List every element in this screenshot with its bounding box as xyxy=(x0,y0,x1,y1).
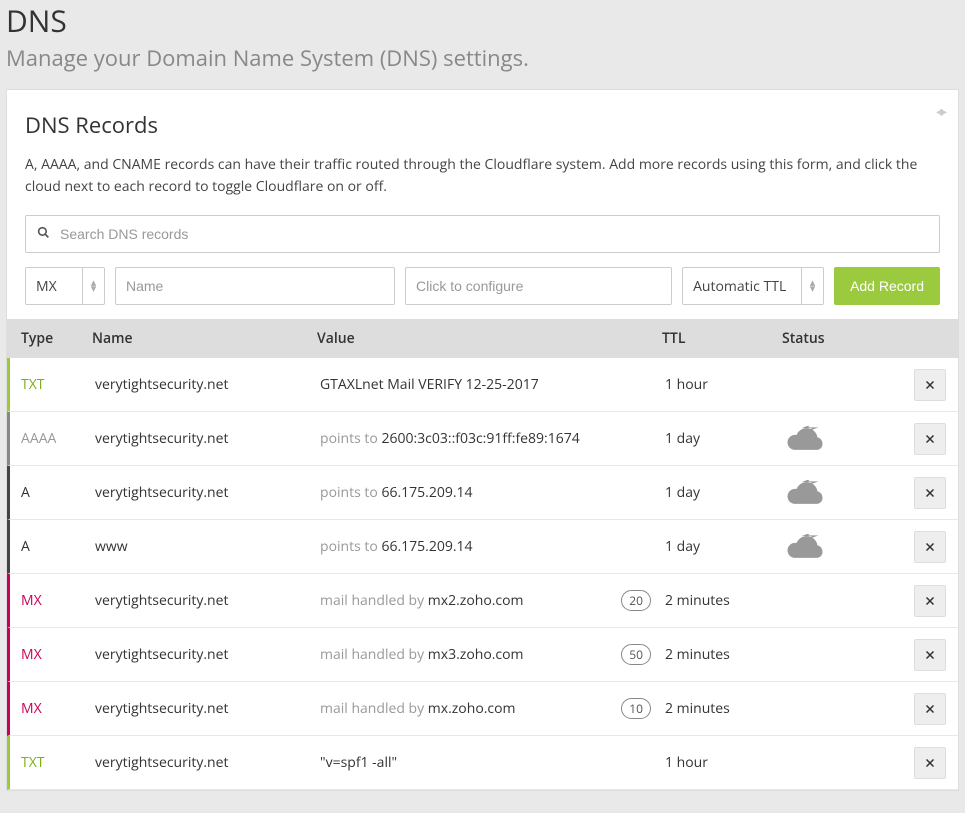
section-title: DNS Records xyxy=(25,110,940,140)
cell-value[interactable]: mail handled by mx2.zoho.com 20 xyxy=(320,590,665,611)
cell-name[interactable]: verytightsecurity.net xyxy=(95,645,320,664)
cell-type[interactable]: A xyxy=(10,483,95,502)
cell-type[interactable]: MX xyxy=(10,699,95,718)
cell-ttl[interactable]: 2 minutes xyxy=(665,591,785,610)
delete-button[interactable] xyxy=(914,531,946,563)
value-main: GTAXLnet Mail VERIFY 12-25-2017 xyxy=(320,375,539,394)
value-prefix: points to xyxy=(320,537,381,556)
cell-ttl[interactable]: 1 day xyxy=(665,483,785,502)
value-main: mx.zoho.com xyxy=(428,699,516,718)
delete-button[interactable] xyxy=(914,639,946,671)
cell-name[interactable]: verytightsecurity.net xyxy=(95,483,320,502)
delete-button[interactable] xyxy=(914,747,946,779)
value-main: mx2.zoho.com xyxy=(428,591,524,610)
cell-value[interactable]: "v=spf1 -all" xyxy=(320,753,665,772)
record-type-select[interactable]: MX ▴▾ xyxy=(25,267,105,305)
col-header-value: Value xyxy=(317,329,662,348)
table-row: A verytightsecurity.net points to 66.175… xyxy=(7,466,958,520)
cell-status xyxy=(785,480,885,506)
value-prefix: mail handled by xyxy=(320,645,428,664)
caret-icon: ▴▾ xyxy=(801,268,823,304)
section-description: A, AAAA, and CNAME records can have thei… xyxy=(25,154,940,197)
cloud-toggle-icon[interactable] xyxy=(785,534,825,560)
delete-button[interactable] xyxy=(914,477,946,509)
cell-name[interactable]: verytightsecurity.net xyxy=(95,591,320,610)
records-table: Type Name Value TTL Status TXT verytight… xyxy=(7,319,958,790)
cell-ttl[interactable]: 1 day xyxy=(665,429,785,448)
cell-ttl[interactable]: 1 day xyxy=(665,537,785,556)
cell-value[interactable]: GTAXLnet Mail VERIFY 12-25-2017 xyxy=(320,375,665,394)
table-row: TXT verytightsecurity.net "v=spf1 -all" … xyxy=(7,736,958,790)
delete-button[interactable] xyxy=(914,585,946,617)
cell-ttl[interactable]: 1 hour xyxy=(665,753,785,772)
table-row: MX verytightsecurity.net mail handled by… xyxy=(7,628,958,682)
priority-pill: 10 xyxy=(621,698,651,719)
cloud-toggle-icon[interactable] xyxy=(785,426,825,452)
search-icon xyxy=(37,225,50,243)
cell-name[interactable]: verytightsecurity.net xyxy=(95,753,320,772)
cell-value[interactable]: points to 66.175.209.14 xyxy=(320,537,665,556)
priority-pill: 20 xyxy=(621,590,651,611)
table-row: A www points to 66.175.209.14 1 day xyxy=(7,520,958,574)
value-main: "v=spf1 -all" xyxy=(320,753,397,772)
value-main: 66.175.209.14 xyxy=(381,537,472,556)
caret-icon: ▴▾ xyxy=(82,268,104,304)
record-configure-input[interactable] xyxy=(405,267,672,305)
delete-button[interactable] xyxy=(914,369,946,401)
cell-ttl[interactable]: 1 hour xyxy=(665,375,785,394)
cell-type[interactable]: AAAA xyxy=(10,429,95,448)
value-prefix: points to xyxy=(320,483,381,502)
value-main: 2600:3c03::f03c:91ff:fe89:1674 xyxy=(381,429,579,448)
cell-type[interactable]: TXT xyxy=(10,375,95,394)
cell-type[interactable]: MX xyxy=(10,591,95,610)
cell-type[interactable]: MX xyxy=(10,645,95,664)
ttl-value: Automatic TTL xyxy=(683,277,801,296)
cell-type[interactable]: A xyxy=(10,537,95,556)
cell-value[interactable]: mail handled by mx3.zoho.com 50 xyxy=(320,644,665,665)
value-prefix: mail handled by xyxy=(320,699,428,718)
value-main: 66.175.209.14 xyxy=(381,483,472,502)
search-wrapper xyxy=(25,215,940,253)
ttl-select[interactable]: Automatic TTL ▴▾ xyxy=(682,267,824,305)
cell-name[interactable]: verytightsecurity.net xyxy=(95,429,320,448)
record-type-value: MX xyxy=(26,277,82,296)
cell-name[interactable]: verytightsecurity.net xyxy=(95,375,320,394)
delete-button[interactable] xyxy=(914,693,946,725)
cell-status xyxy=(785,534,885,560)
table-row: AAAA verytightsecurity.net points to 260… xyxy=(7,412,958,466)
table-row: MX verytightsecurity.net mail handled by… xyxy=(7,574,958,628)
cloud-toggle-icon[interactable] xyxy=(785,480,825,506)
cell-status xyxy=(785,426,885,452)
record-name-input[interactable] xyxy=(115,267,395,305)
table-header: Type Name Value TTL Status xyxy=(7,319,958,358)
cell-ttl[interactable]: 2 minutes xyxy=(665,645,785,664)
cell-ttl[interactable]: 2 minutes xyxy=(665,699,785,718)
add-record-form: MX ▴▾ Automatic TTL ▴▾ Add Record xyxy=(25,267,940,305)
col-header-type: Type xyxy=(7,329,92,348)
col-header-status: Status xyxy=(782,329,882,348)
cell-value[interactable]: mail handled by mx.zoho.com 10 xyxy=(320,698,665,719)
cell-value[interactable]: points to 2600:3c03::f03c:91ff:fe89:1674 xyxy=(320,429,665,448)
value-main: mx3.zoho.com xyxy=(428,645,524,664)
drag-handle-icon[interactable]: ◂▸ xyxy=(936,102,944,121)
page-title: DNS xyxy=(0,0,965,41)
table-row: MX verytightsecurity.net mail handled by… xyxy=(7,682,958,736)
cell-value[interactable]: points to 66.175.209.14 xyxy=(320,483,665,502)
table-row: TXT verytightsecurity.net GTAXLnet Mail … xyxy=(7,358,958,412)
dns-records-panel: ◂▸ DNS Records A, AAAA, and CNAME record… xyxy=(6,89,959,791)
col-header-ttl: TTL xyxy=(662,329,782,348)
cell-name[interactable]: www xyxy=(95,537,320,556)
add-record-button[interactable]: Add Record xyxy=(834,267,940,305)
delete-button[interactable] xyxy=(914,423,946,455)
page-subtitle: Manage your Domain Name System (DNS) set… xyxy=(0,41,965,89)
col-header-name: Name xyxy=(92,329,317,348)
cell-name[interactable]: verytightsecurity.net xyxy=(95,699,320,718)
value-prefix: points to xyxy=(320,429,381,448)
search-input[interactable] xyxy=(25,215,940,253)
value-prefix: mail handled by xyxy=(320,591,428,610)
priority-pill: 50 xyxy=(621,644,651,665)
cell-type[interactable]: TXT xyxy=(10,753,95,772)
